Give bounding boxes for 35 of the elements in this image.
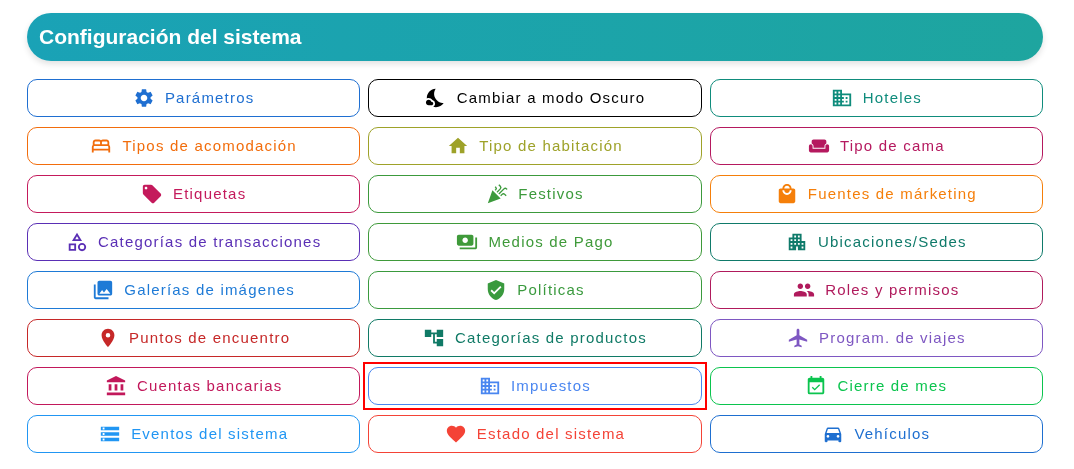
section-title: Configuración del sistema — [39, 24, 302, 51]
settings-button[interactable]: Políticas — [368, 271, 702, 309]
bank-icon — [104, 375, 127, 397]
settings-button[interactable]: Medios de Pago — [368, 223, 702, 261]
settings-button[interactable]: Tipos de acomodación — [27, 127, 361, 165]
settings-button[interactable]: Cambiar a modo Oscuro — [368, 79, 702, 117]
settings-button[interactable]: Fuentes de márketing — [709, 175, 1043, 213]
settings-button[interactable]: Hoteles — [709, 79, 1043, 117]
image-gallery-icon — [92, 279, 115, 301]
settings-button[interactable]: Etiquetas — [27, 175, 361, 213]
settings-button[interactable]: Impuestos — [368, 367, 702, 405]
gear-icon — [132, 87, 155, 109]
heart-icon — [444, 423, 467, 445]
settings-button[interactable]: Categorías de productos — [368, 319, 702, 357]
shapes-icon — [66, 231, 88, 253]
settings-button[interactable]: Roles y permisos — [709, 271, 1043, 309]
party-popper-icon — [486, 183, 509, 205]
settings-button[interactable]: Eventos del sistema — [27, 415, 361, 453]
settings-button[interactable]: Tipo de habitación — [368, 127, 702, 165]
settings-button[interactable]: Galerías de imágenes — [27, 271, 361, 309]
building-icon — [830, 87, 853, 109]
settings-button[interactable]: Estado del sistema — [368, 415, 702, 453]
tag-icon — [141, 183, 163, 205]
settings-button[interactable]: Program. de viajes — [709, 319, 1043, 357]
settings-button[interactable]: Puntos de encuentro — [27, 319, 361, 357]
settings-button[interactable]: Festivos — [368, 175, 702, 213]
hierarchy-icon — [423, 327, 446, 349]
settings-button[interactable]: Parámetros — [27, 79, 361, 117]
settings-button[interactable]: Categorías de transacciones — [27, 223, 361, 261]
settings-button[interactable]: Ubicaciones/Sedes — [709, 223, 1043, 261]
airplane-icon — [787, 327, 809, 349]
settings-button[interactable]: Vehículos — [709, 415, 1043, 453]
settings-button[interactable]: Cuentas bancarias — [27, 367, 361, 405]
settings-button[interactable]: Tipo de cama — [709, 127, 1043, 165]
building-icon — [479, 375, 501, 397]
